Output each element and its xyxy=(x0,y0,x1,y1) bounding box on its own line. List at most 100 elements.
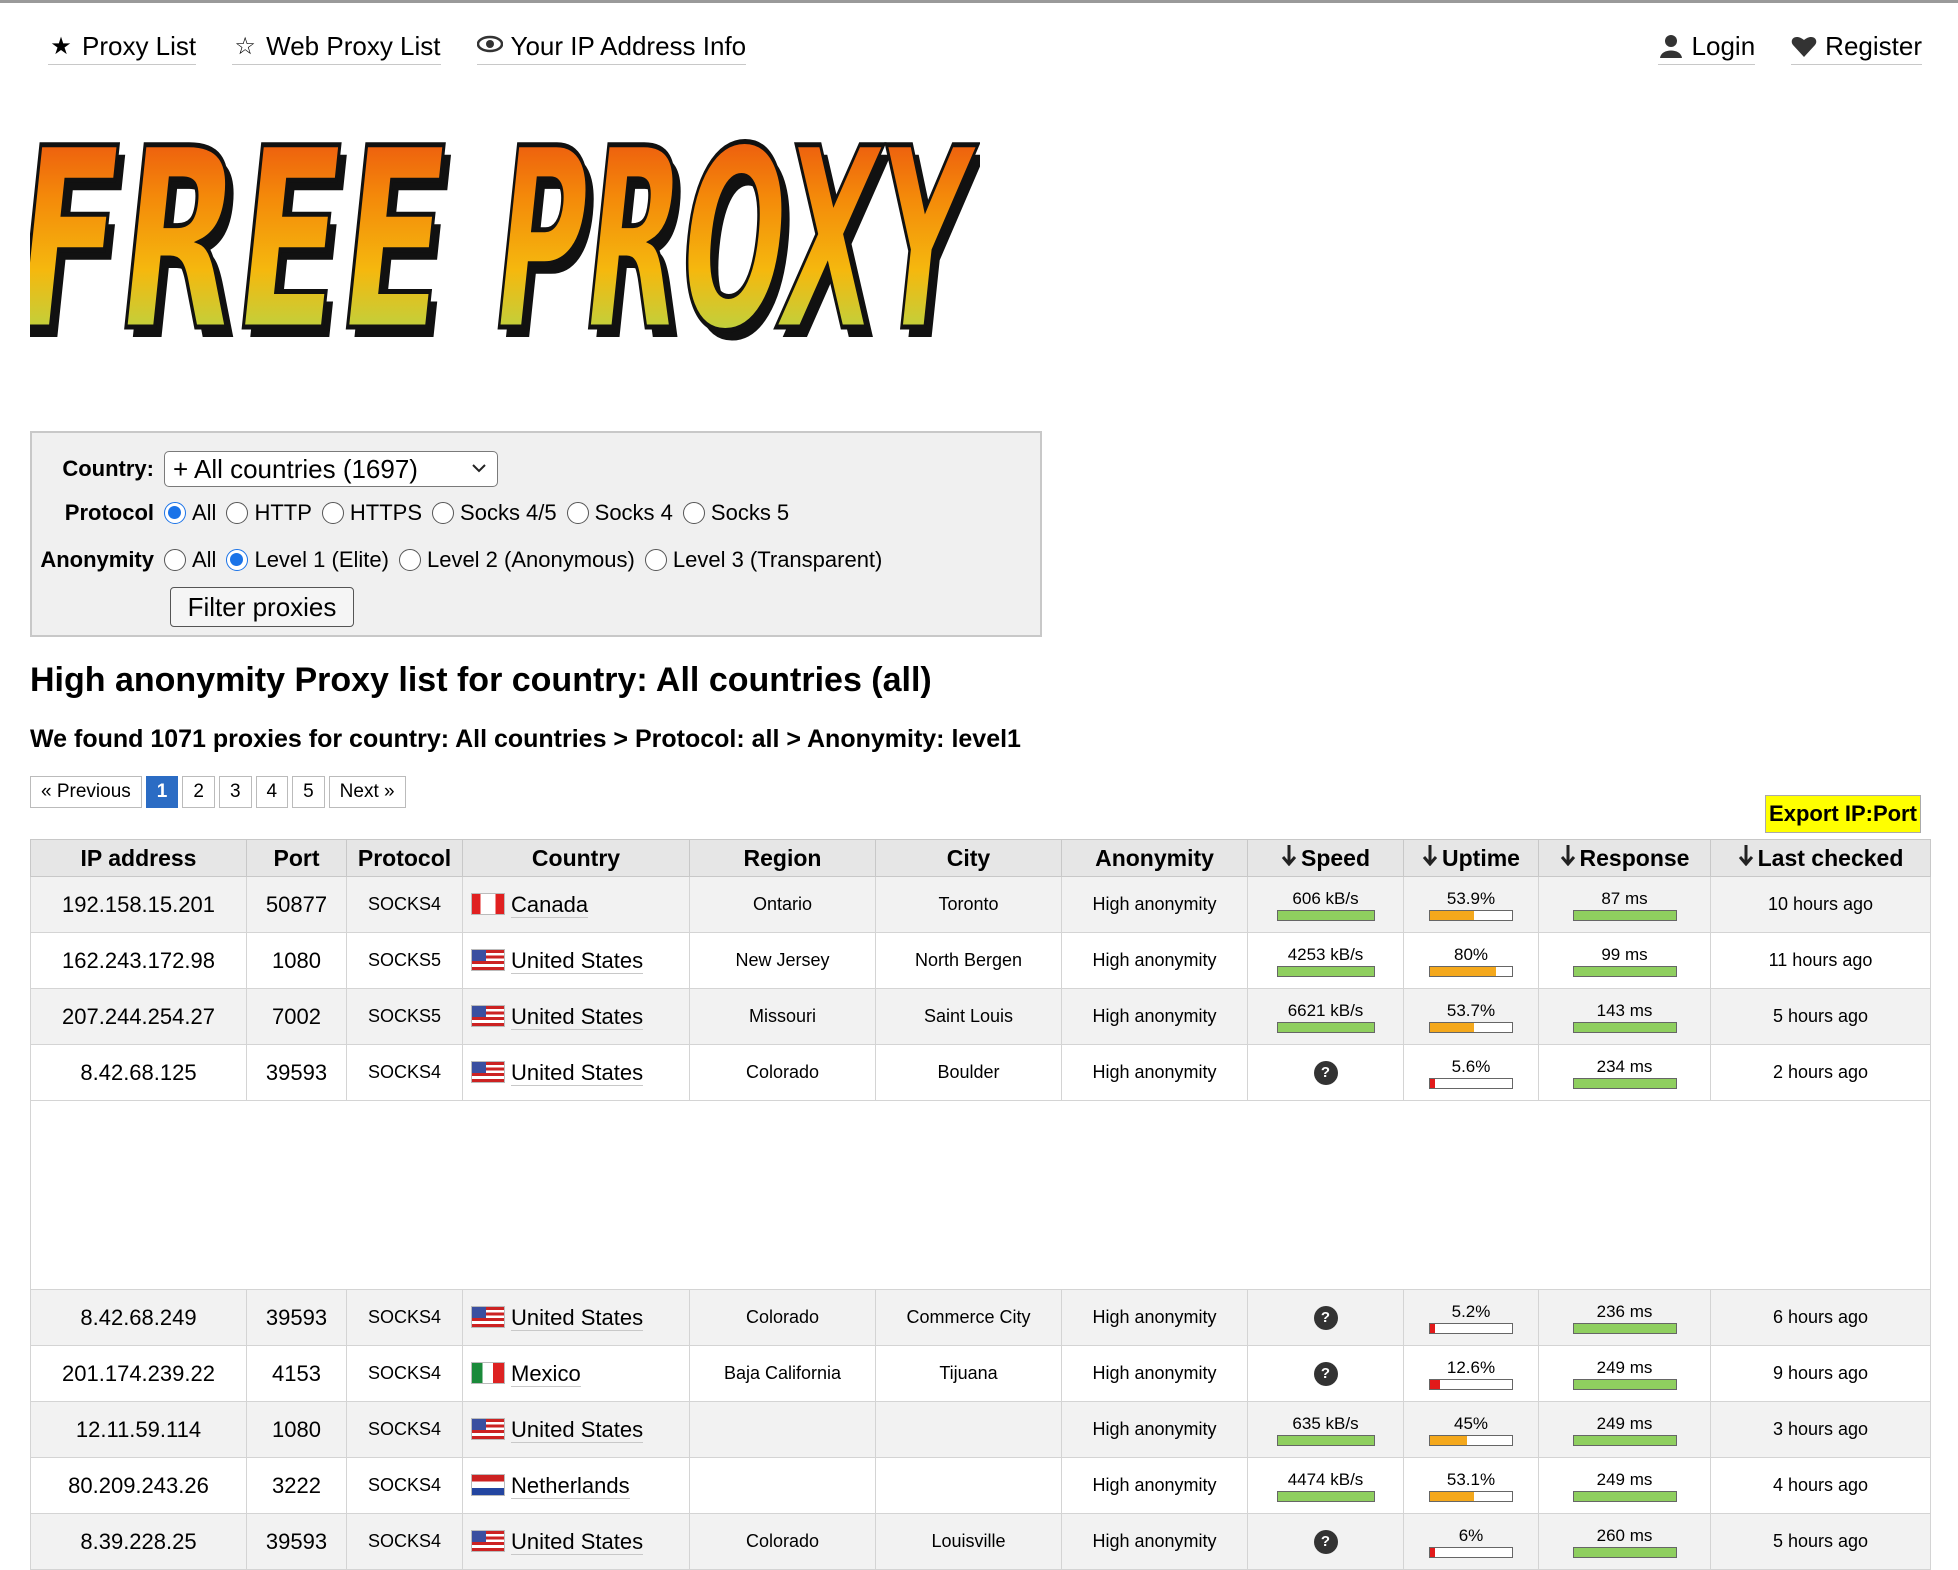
uptime-bar-fill xyxy=(1430,1492,1474,1501)
column-header[interactable]: Last checked xyxy=(1710,839,1931,877)
protocol-option[interactable]: HTTP xyxy=(226,500,312,526)
country-link[interactable]: United States xyxy=(511,1416,644,1443)
response-cell: 87 ms xyxy=(1538,876,1711,933)
anonymity-cell: High anonymity xyxy=(1061,988,1248,1045)
response-value: 260 ms xyxy=(1596,1526,1653,1545)
page-4-button[interactable]: 4 xyxy=(255,776,289,808)
protocol-radio[interactable] xyxy=(682,502,705,524)
column-header[interactable]: Speed xyxy=(1247,839,1404,877)
country-link[interactable]: United States xyxy=(511,1528,644,1555)
protocol-option[interactable]: Socks 4/5 xyxy=(432,500,557,526)
uptime-value: 5.6% xyxy=(1451,1057,1491,1076)
anonymity-option[interactable]: Level 2 (Anonymous) xyxy=(398,547,635,573)
speed-value: 4253 kB/s xyxy=(1287,945,1364,964)
sort-down-arrow-icon xyxy=(1422,844,1438,873)
anonymity-option[interactable]: All xyxy=(164,547,216,573)
country-link[interactable]: United States xyxy=(511,1059,644,1086)
country-cell: United States xyxy=(462,988,690,1045)
anonymity-radio[interactable] xyxy=(398,549,421,571)
country-link[interactable]: Canada xyxy=(511,891,589,918)
country-link[interactable]: Netherlands xyxy=(511,1472,630,1499)
country-cell: United States xyxy=(462,932,690,989)
region-cell: Colorado xyxy=(689,1044,876,1101)
proxy-table: IP address Port Protocol Country Region City A… xyxy=(30,839,1931,1570)
next-page-button[interactable]: Next » xyxy=(328,776,406,808)
port-cell: 1080 xyxy=(246,932,347,989)
uptime-value: 5.2% xyxy=(1451,1302,1491,1321)
filter-proxies-button[interactable]: Filter proxies xyxy=(170,587,354,627)
anonymity-option[interactable]: Level 3 (Transparent) xyxy=(644,547,882,573)
region-cell: New Jersey xyxy=(689,932,876,989)
anonymity-cell: High anonymity xyxy=(1061,876,1248,933)
uptime-bar-fill xyxy=(1430,1380,1441,1389)
port-cell: 39593 xyxy=(246,1289,347,1346)
star-filled-icon: ★ xyxy=(50,32,72,60)
export-ip-port-button[interactable]: Export IP:Port xyxy=(1765,795,1921,833)
response-value: 249 ms xyxy=(1596,1414,1653,1433)
protocol-radio[interactable] xyxy=(432,502,455,524)
page-1-button[interactable]: 1 xyxy=(145,776,179,808)
speed-cell: ? xyxy=(1247,1345,1404,1402)
page-5-button[interactable]: 5 xyxy=(292,776,325,808)
country-link[interactable]: United States xyxy=(511,1003,644,1030)
protocol-cell: SOCKS4 xyxy=(346,1289,463,1346)
protocol-option[interactable]: Socks 5 xyxy=(682,500,789,526)
protocol-radio[interactable] xyxy=(164,502,186,524)
speed-bar-fill xyxy=(1277,967,1374,976)
ip-address-cell: 8.39.228.25 xyxy=(30,1513,247,1570)
anonymity-cell: High anonymity xyxy=(1061,1513,1248,1570)
city-cell: Louisville xyxy=(875,1513,1062,1570)
region-cell: Ontario xyxy=(689,876,876,933)
city-cell: North Bergen xyxy=(875,932,1062,989)
protocol-cell: SOCKS4 xyxy=(346,1044,463,1101)
eye-icon xyxy=(476,34,503,60)
nav-label: Your IP Address Info xyxy=(510,31,747,61)
protocol-option[interactable]: HTTPS xyxy=(321,500,422,526)
nav-web-proxy-list[interactable]: ☆ Web Proxy List xyxy=(232,31,441,65)
protocol-row: Protocol All HTTP HTTPS Socks 4/5 Socks 4 Soc… xyxy=(32,500,799,526)
nav-label: Register xyxy=(1825,31,1922,61)
nav-ip-info[interactable]: Your IP Address Info xyxy=(476,31,747,65)
anonymity-radio[interactable] xyxy=(644,549,667,571)
filter-form: Country: + All countries (1697) Protocol… xyxy=(30,431,1042,637)
country-select[interactable]: + All countries (1697) xyxy=(164,451,498,487)
uptime-value: 53.1% xyxy=(1446,1470,1496,1489)
svg-text:FREE: FREE xyxy=(30,115,462,375)
uptime-bar-fill xyxy=(1430,1436,1467,1445)
nav-right: Login Register xyxy=(1657,31,1922,65)
speed-bar xyxy=(1276,910,1375,921)
protocol-option[interactable]: All xyxy=(164,500,216,526)
uptime-bar xyxy=(1429,1435,1513,1446)
column-header[interactable]: Uptime xyxy=(1403,839,1539,877)
ip-address-cell: 80.209.243.26 xyxy=(30,1457,247,1514)
free-proxy-logo: FREE FREE PROXY PROXY xyxy=(30,115,980,375)
column-header[interactable]: Response xyxy=(1538,839,1711,877)
uptime-bar-fill xyxy=(1430,1079,1435,1088)
country-link[interactable]: United States xyxy=(511,947,644,974)
country-link[interactable]: United States xyxy=(511,1304,644,1331)
protocol-option[interactable]: Socks 4 xyxy=(566,500,673,526)
protocol-label: Protocol xyxy=(64,500,154,525)
column-header: City xyxy=(875,839,1062,877)
nav-login[interactable]: Login xyxy=(1657,31,1756,65)
page-3-button[interactable]: 3 xyxy=(218,776,252,808)
anonymity-radio[interactable] xyxy=(226,549,249,571)
country-link[interactable]: Mexico xyxy=(511,1360,581,1387)
nav-proxy-list[interactable]: ★ Proxy List xyxy=(48,31,197,65)
protocol-option-label: All xyxy=(192,500,217,525)
uptime-bar xyxy=(1429,910,1513,921)
protocol-radio[interactable] xyxy=(226,502,249,524)
port-cell: 1080 xyxy=(246,1401,347,1458)
previous-page-button[interactable]: « Previous xyxy=(30,776,142,808)
city-cell: Boulder xyxy=(875,1044,1062,1101)
protocol-radio[interactable] xyxy=(566,502,589,524)
anonymity-radio[interactable] xyxy=(164,549,186,571)
uptime-value: 53.7% xyxy=(1446,1001,1496,1020)
nav-register[interactable]: Register xyxy=(1791,31,1922,65)
page-2-button[interactable]: 2 xyxy=(182,776,215,808)
anonymity-option[interactable]: Level 1 (Elite) xyxy=(226,547,389,573)
protocol-radio[interactable] xyxy=(321,502,344,524)
page-title: High anonymity Proxy list for country: A… xyxy=(30,661,932,699)
flag-mx-icon xyxy=(471,1361,505,1384)
flag-ca-icon xyxy=(471,892,505,915)
